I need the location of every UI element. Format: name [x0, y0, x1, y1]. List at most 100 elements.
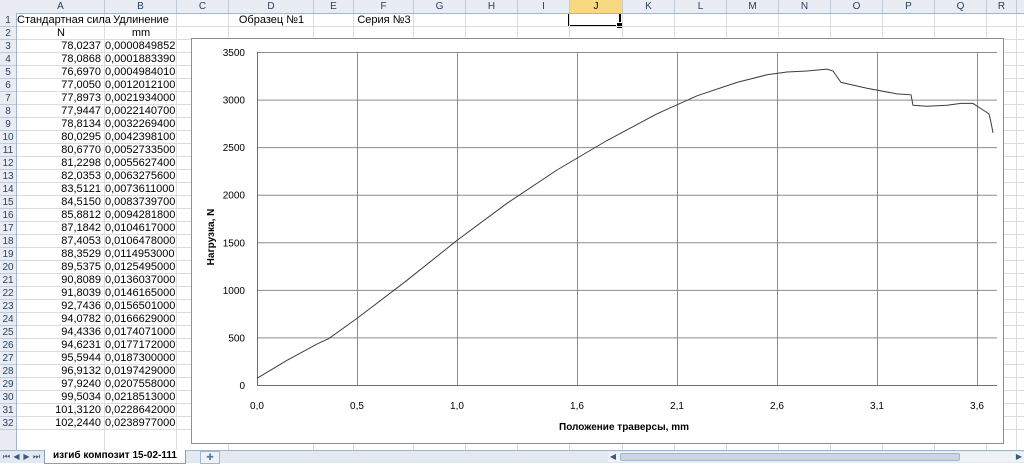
column-header-q[interactable]: Q: [935, 0, 987, 13]
prev-sheet-icon[interactable]: ◀: [12, 452, 21, 462]
cell-force-value[interactable]: 78,0237: [17, 40, 101, 53]
cell-elongation-value[interactable]: 0,0083739700: [105, 196, 175, 209]
row-header-6[interactable]: 6: [0, 79, 16, 92]
cell-elongation-value[interactable]: 0,0166629000: [105, 313, 175, 326]
cell-elongation-value[interactable]: 0,0000849852: [105, 40, 175, 53]
cell-elongation-value[interactable]: 0,0001883390: [105, 53, 175, 66]
row-header-32[interactable]: 32: [0, 417, 16, 430]
cell-force-value[interactable]: 97,9240: [17, 378, 101, 391]
cell-elongation-value[interactable]: 0,0238977000: [105, 417, 175, 430]
cell-elongation-value[interactable]: 0,0021934000: [105, 92, 175, 105]
cell-force-value[interactable]: 96,9132: [17, 365, 101, 378]
column-header-b[interactable]: B: [105, 0, 177, 13]
cell-elongation-value[interactable]: 0,0052733500: [105, 144, 175, 157]
row-header-18[interactable]: 18: [0, 235, 16, 248]
row-header-11[interactable]: 11: [0, 144, 16, 157]
cell-elongation-value[interactable]: 0,0073611000: [105, 183, 175, 196]
row-header-12[interactable]: 12: [0, 157, 16, 170]
cell-force-value[interactable]: 102,2440: [17, 417, 101, 430]
column-header-a[interactable]: A: [17, 0, 105, 13]
row-header-16[interactable]: 16: [0, 209, 16, 222]
row-header-30[interactable]: 30: [0, 391, 16, 404]
first-sheet-icon[interactable]: ⏮: [2, 452, 11, 462]
cell-elongation-value[interactable]: 0,0197429000: [105, 365, 175, 378]
cell-force-value[interactable]: 90,8089: [17, 274, 101, 287]
cell-force-value[interactable]: 101,3120: [17, 404, 101, 417]
cell-force-value[interactable]: 94,0782: [17, 313, 101, 326]
row-header-23[interactable]: 23: [0, 300, 16, 313]
cell-elongation-value[interactable]: 0,0004984010: [105, 66, 175, 79]
cell-force-value[interactable]: 91,8039: [17, 287, 101, 300]
horizontal-scrollbar[interactable]: ◀ ▶: [608, 452, 1024, 462]
row-header-13[interactable]: 13: [0, 170, 16, 183]
column-header-n[interactable]: N: [779, 0, 831, 13]
cell-elongation-value[interactable]: 0,0228642000: [105, 404, 175, 417]
cell-elongation-value[interactable]: 0,0032269400: [105, 118, 175, 131]
cell-force-value[interactable]: 78,8134: [17, 118, 101, 131]
column-header-p[interactable]: P: [883, 0, 935, 13]
cell-force-value[interactable]: 84,5150: [17, 196, 101, 209]
cell-force-value[interactable]: 94,6231: [17, 339, 101, 352]
row-header-5[interactable]: 5: [0, 66, 16, 79]
cell-force-value[interactable]: 87,4053: [17, 235, 101, 248]
cell-elongation-value[interactable]: 0,0114953000: [105, 248, 175, 261]
cell-elongation-value[interactable]: 0,0055627400: [105, 157, 175, 170]
column-header-r[interactable]: R: [987, 0, 1017, 13]
scrollbar-thumb[interactable]: [620, 453, 960, 461]
row-header-28[interactable]: 28: [0, 365, 16, 378]
cell-force-value[interactable]: 88,3529: [17, 248, 101, 261]
row-header-25[interactable]: 25: [0, 326, 16, 339]
column-header-e[interactable]: E: [314, 0, 354, 13]
row-header-24[interactable]: 24: [0, 313, 16, 326]
row-header-27[interactable]: 27: [0, 352, 16, 365]
row-header-19[interactable]: 19: [0, 248, 16, 261]
cell-elongation-value[interactable]: 0,0094281800: [105, 209, 175, 222]
column-header-j[interactable]: J: [570, 0, 623, 13]
scroll-right-icon[interactable]: ▶: [1014, 452, 1024, 462]
row-header-7[interactable]: 7: [0, 92, 16, 105]
insert-sheet-icon[interactable]: ✚: [200, 451, 220, 464]
cell-elongation-value[interactable]: 0,0125495000: [105, 261, 175, 274]
embedded-chart[interactable]: 0 500 1000 1500 2000 2500 3000 3500 0,0 0,5 1,0 1,…: [191, 38, 1004, 444]
cell-force-value[interactable]: 77,0050: [17, 79, 101, 92]
row-header-3[interactable]: 3: [0, 40, 16, 53]
row-header-4[interactable]: 4: [0, 53, 16, 66]
cell-elongation-value[interactable]: 0,0106478000: [105, 235, 175, 248]
cell-elongation-value[interactable]: 0,0042398100: [105, 131, 175, 144]
cell-force-value[interactable]: 83,5121: [17, 183, 101, 196]
column-header-h[interactable]: H: [466, 0, 518, 13]
cell-elongation-value[interactable]: 0,0187300000: [105, 352, 175, 365]
column-header-k[interactable]: K: [623, 0, 675, 13]
cell-elongation-value[interactable]: 0,0174071000: [105, 326, 175, 339]
column-header-l[interactable]: L: [675, 0, 727, 13]
cell-force-value[interactable]: 95,5944: [17, 352, 101, 365]
row-header-29[interactable]: 29: [0, 378, 16, 391]
row-header-14[interactable]: 14: [0, 183, 16, 196]
sheet-tab-active[interactable]: изгиб композит 15-02-111: [44, 450, 186, 464]
cell-force-value[interactable]: 89,5375: [17, 261, 101, 274]
cell-elongation-value[interactable]: 0,0022140700: [105, 105, 175, 118]
cell-elongation-value[interactable]: 0,0177172000: [105, 339, 175, 352]
last-sheet-icon[interactable]: ⏭: [32, 452, 41, 462]
cell-force-value[interactable]: 80,6770: [17, 144, 101, 157]
column-header-f[interactable]: F: [354, 0, 414, 13]
cell-force-value[interactable]: 78,0868: [17, 53, 101, 66]
column-header-c[interactable]: C: [177, 0, 229, 13]
cell-elongation-value[interactable]: 0,0146165000: [105, 287, 175, 300]
cell-force-value[interactable]: 80,0295: [17, 131, 101, 144]
row-header-1[interactable]: 1: [0, 14, 16, 27]
column-header-i[interactable]: I: [518, 0, 570, 13]
row-header-22[interactable]: 22: [0, 287, 16, 300]
cell-elongation-value[interactable]: 0,0012012100: [105, 79, 175, 92]
next-sheet-icon[interactable]: ▶: [22, 452, 31, 462]
row-header-2[interactable]: 2: [0, 27, 16, 40]
cell-force-value[interactable]: 82,0353: [17, 170, 101, 183]
cell-force-value[interactable]: 92,7436: [17, 300, 101, 313]
cell-elongation-value[interactable]: 0,0063275600: [105, 170, 175, 183]
row-header-31[interactable]: 31: [0, 404, 16, 417]
cell-elongation-value[interactable]: 0,0207558000: [105, 378, 175, 391]
row-header-8[interactable]: 8: [0, 105, 16, 118]
cell-force-value[interactable]: 85,8812: [17, 209, 101, 222]
scroll-left-icon[interactable]: ◀: [608, 452, 618, 462]
column-header-o[interactable]: O: [831, 0, 883, 13]
